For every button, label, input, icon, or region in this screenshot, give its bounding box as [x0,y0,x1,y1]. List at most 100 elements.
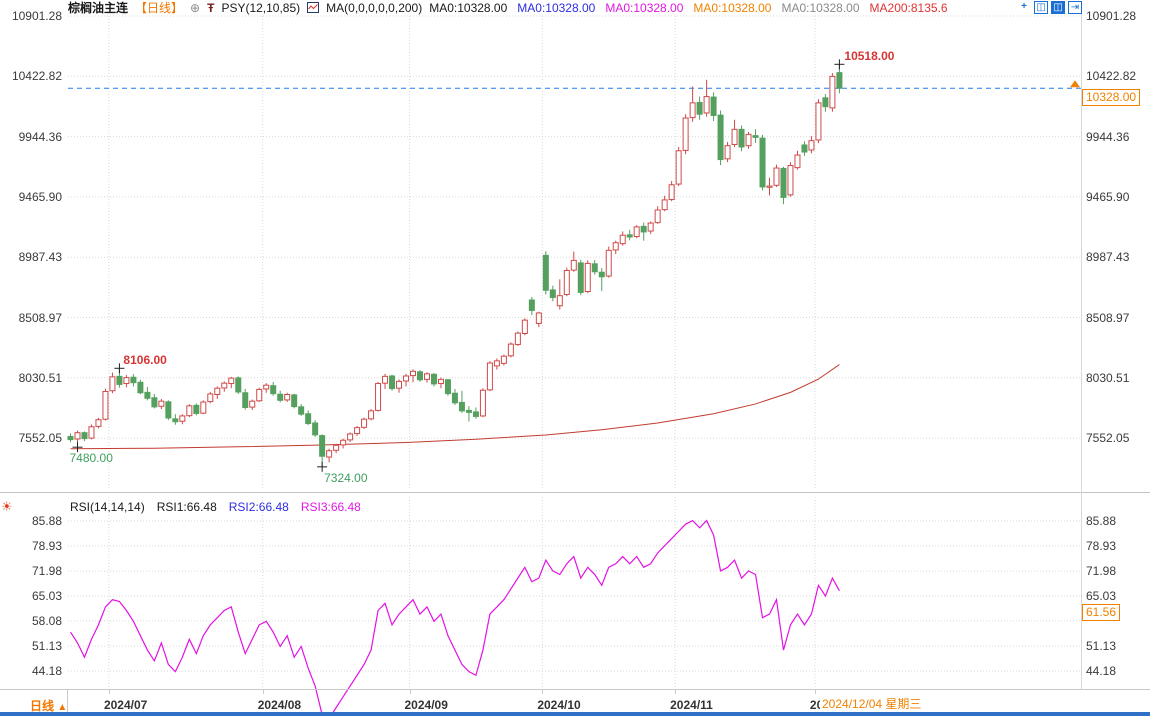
candle-body [494,361,499,366]
rsi-tick-left: 85.88 [4,515,62,527]
candle-body [571,260,576,270]
candle-body [138,382,143,392]
candle-body [68,436,73,439]
crosshair-icon[interactable]: + [1017,1,1031,14]
candle-body [529,300,534,310]
rsi-tick-left: 44.18 [4,665,62,677]
indicator-window-icon[interactable]: ◫ [1034,1,1048,14]
rsi-tick-right: 44.18 [1086,665,1148,677]
price-tick-right: 9944.36 [1086,131,1148,143]
candle-body [655,210,660,223]
candle-body [837,73,842,89]
psy-indicator-label: PSY(12,10,85) [221,1,300,15]
sun-indicator-icon[interactable]: ☀ [1,499,13,515]
candle-body [355,428,360,434]
candle-body [103,391,108,419]
candle-body [89,427,94,438]
month-tick [542,690,543,694]
candle-body [320,436,325,457]
candle-body [264,385,269,389]
candle-body [508,344,513,356]
candle-body [823,98,828,107]
ma-value-4: MA0:10328.00 [781,1,859,15]
ma-indicator-label: MA(0,0,0,0,0,200) [326,1,422,15]
indicator-window-active-icon[interactable]: ◫ [1051,1,1065,14]
ma-value-5: MA200:8135.6 [870,1,948,15]
price-tick-right: 7552.05 [1086,432,1148,444]
bottom-axis-line [0,689,1150,690]
candle-body [411,371,416,375]
mini-chart-icon[interactable] [307,2,319,13]
rsi-tick-right: 78.93 [1086,540,1148,552]
rsi-tick-left: 71.98 [4,565,62,577]
month-tick [815,690,816,694]
candle-body [634,227,639,237]
pane-separator[interactable] [0,492,1150,493]
candle-body [767,186,772,187]
trading-app-window: { "header": { "title": "棕榈油主连", "period_… [0,0,1150,716]
candle-body [648,223,653,231]
candle-body [257,389,262,400]
candle-body [501,356,506,363]
candle-body [82,433,87,439]
date-label: 2024/08 [258,698,301,712]
candle-body [669,185,674,200]
price-tick-right: 8030.51 [1086,372,1148,384]
candle-body [75,433,80,439]
rsi-tick-left: 58.08 [4,615,62,627]
candle-body [459,402,464,410]
candle-body [599,272,604,277]
chart-toolbar: +◫◫⇥ [1017,1,1082,14]
rsi-tick-left: 65.03 [4,590,62,602]
candle-body [299,407,304,414]
price-tick-left: 7552.05 [4,432,62,444]
candle-body [452,393,457,403]
candle-body [676,151,681,184]
candle-body [774,168,779,185]
candle-body [208,394,213,402]
rsi-tick-right: 51.13 [1086,640,1148,652]
bottom-scrollbar[interactable] [0,712,1150,716]
candle-body [362,419,367,427]
candle-body [180,416,185,421]
candle-body [697,102,702,114]
rsi-tick-left: 78.93 [4,540,62,552]
rsi-indicator-chart[interactable] [68,497,1081,689]
candle-body [222,383,227,388]
candle-body [522,320,527,333]
candle-body [830,76,835,108]
add-indicator-icon[interactable]: ⊕ [190,1,200,15]
indicator-pin-icon[interactable]: Ŧ [207,1,214,15]
candle-body [585,263,590,291]
price-annotation: 7324.00 [324,471,367,485]
date-label: 2024/11 [670,698,713,712]
plot-right-border [1081,14,1082,689]
candle-body [606,250,611,276]
candle-body [376,384,381,411]
candle-body [438,379,443,383]
candle-body [536,313,541,323]
candle-body [117,376,122,384]
candle-body [445,380,450,394]
period-selector-label: 日线 [30,699,54,713]
candle-body [334,445,339,450]
month-tick [263,690,264,694]
main-price-chart[interactable] [68,14,1081,490]
date-label: 2024/07 [104,698,147,712]
ma-value-0: MA0:10328.00 [429,1,507,15]
price-tick-right: 9465.90 [1086,191,1148,203]
price-tick-right: 10422.82 [1086,70,1148,82]
candle-body [473,412,478,417]
candle-body [578,263,583,292]
ma-value-2: MA0:10328.00 [605,1,683,15]
candle-body [816,103,821,140]
ma-value-1: MA0:10328.00 [517,1,595,15]
candle-body [313,423,318,435]
candle-body [418,372,423,380]
price-annotation: 8106.00 [123,353,166,367]
candle-body [732,129,737,144]
candle-body [243,393,248,408]
export-pane-icon[interactable]: ⇥ [1068,1,1082,14]
candle-body [592,264,597,272]
price-annotation: 7480.00 [69,451,112,465]
